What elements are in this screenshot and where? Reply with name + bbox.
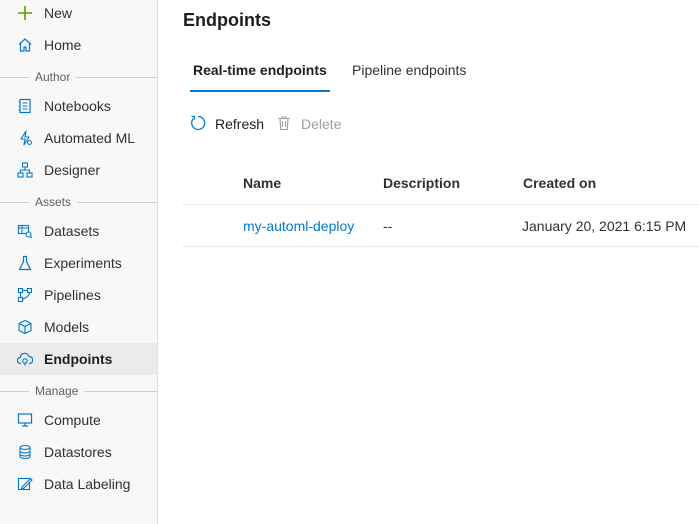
endpoint-cloud-icon bbox=[17, 351, 33, 367]
nav-compute[interactable]: Compute bbox=[0, 404, 157, 436]
nav-pipelines[interactable]: Pipelines bbox=[0, 279, 157, 311]
nav-datastores[interactable]: Datastores bbox=[0, 436, 157, 468]
tab-label: Real-time endpoints bbox=[193, 62, 327, 78]
nav-datastores-label: Datastores bbox=[44, 444, 112, 460]
nav-datasets[interactable]: Datasets bbox=[0, 215, 157, 247]
refresh-icon bbox=[189, 114, 215, 135]
nav-notebooks[interactable]: Notebooks bbox=[0, 90, 157, 122]
nav-models-label: Models bbox=[44, 319, 90, 335]
section-manage: Manage bbox=[0, 383, 157, 399]
plus-icon bbox=[17, 5, 33, 21]
nav-pipelines-label: Pipelines bbox=[44, 287, 101, 303]
section-manage-label: Manage bbox=[29, 383, 85, 399]
nav-compute-label: Compute bbox=[44, 412, 101, 428]
nav-endpoints[interactable]: Endpoints bbox=[0, 343, 157, 375]
designer-icon bbox=[17, 162, 33, 178]
nav-experiments[interactable]: Experiments bbox=[0, 247, 157, 279]
nav-endpoints-label: Endpoints bbox=[44, 351, 113, 367]
dataset-icon bbox=[17, 223, 33, 239]
nav-automated-ml[interactable]: Automated ML bbox=[0, 122, 157, 154]
column-header-name[interactable]: Name bbox=[243, 174, 281, 192]
labeling-icon bbox=[17, 476, 33, 492]
section-assets-label: Assets bbox=[29, 194, 78, 210]
nav-data-labeling[interactable]: Data Labeling bbox=[0, 468, 157, 500]
refresh-label: Refresh bbox=[215, 116, 265, 132]
endpoint-description: -- bbox=[383, 218, 393, 234]
nav-datasets-label: Datasets bbox=[44, 223, 100, 239]
left-navigation: New Home Author Notebooks Automated ML D… bbox=[0, 0, 158, 524]
nav-automated-ml-label: Automated ML bbox=[44, 130, 136, 146]
database-icon bbox=[17, 444, 33, 460]
column-header-description[interactable]: Description bbox=[383, 174, 460, 192]
tab-pipeline-endpoints[interactable]: Pipeline endpoints bbox=[352, 58, 466, 92]
delete-label: Delete bbox=[301, 116, 342, 132]
nav-experiments-label: Experiments bbox=[44, 255, 122, 271]
nav-designer-label: Designer bbox=[44, 162, 101, 178]
endpoint-created-on: January 20, 2021 6:15 PM bbox=[522, 218, 687, 234]
nav-models[interactable]: Models bbox=[0, 311, 157, 343]
nav-home-label: Home bbox=[44, 37, 82, 53]
nav-new-label: New bbox=[44, 5, 73, 21]
app-window: New Home Author Notebooks Automated ML D… bbox=[0, 0, 699, 524]
divider bbox=[0, 202, 157, 203]
flask-icon bbox=[17, 255, 33, 271]
pipeline-icon bbox=[17, 287, 33, 303]
delete-button[interactable]: Delete bbox=[275, 112, 341, 136]
home-icon bbox=[17, 37, 33, 53]
column-header-created-on[interactable]: Created on bbox=[523, 174, 596, 192]
cube-icon bbox=[17, 319, 33, 335]
section-assets: Assets bbox=[0, 194, 157, 210]
trash-icon bbox=[275, 114, 301, 135]
divider bbox=[0, 77, 157, 78]
nav-new[interactable]: New bbox=[0, 0, 157, 29]
nav-notebooks-label: Notebooks bbox=[44, 98, 111, 114]
section-author-label: Author bbox=[29, 69, 77, 85]
nav-designer[interactable]: Designer bbox=[0, 154, 157, 186]
tab-real-time-endpoints[interactable]: Real-time endpoints bbox=[190, 58, 330, 92]
lightning-icon bbox=[17, 130, 33, 146]
monitor-icon bbox=[17, 412, 33, 428]
nav-data-labeling-label: Data Labeling bbox=[44, 476, 131, 492]
nav-home[interactable]: Home bbox=[0, 29, 157, 61]
endpoint-name-link[interactable]: my-automl-deploy bbox=[243, 217, 354, 235]
section-author: Author bbox=[0, 69, 157, 85]
notebook-icon bbox=[17, 98, 33, 114]
refresh-button[interactable]: Refresh bbox=[189, 112, 264, 136]
tab-label: Pipeline endpoints bbox=[352, 62, 467, 78]
page-title: Endpoints bbox=[183, 10, 271, 30]
